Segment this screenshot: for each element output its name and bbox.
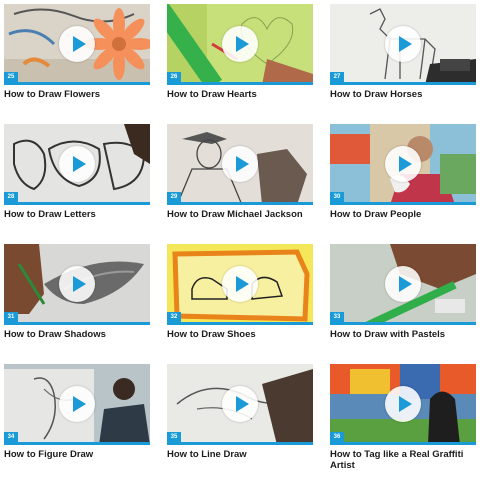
video-thumbnail[interactable]: 28 [4,124,150,205]
video-card[interactable]: 32 How to Draw Shoes [167,244,313,364]
video-card[interactable]: 36 How to Tag like a Real Graffiti Artis… [330,364,476,484]
video-thumbnail[interactable]: 33 [330,244,476,325]
video-number: 28 [4,192,18,202]
video-number: 30 [330,192,344,202]
video-title[interactable]: How to Draw Flowers [4,89,150,100]
video-card[interactable]: 31 How to Draw Shadows [4,244,150,364]
video-thumbnail[interactable]: 25 [4,4,150,85]
video-title[interactable]: How to Draw Letters [4,209,150,220]
play-icon[interactable] [222,386,258,422]
play-icon[interactable] [222,26,258,62]
video-title[interactable]: How to Draw Hearts [167,89,313,100]
video-card[interactable]: 33 How to Draw with Pastels [330,244,476,364]
video-grid: 25 How to Draw Flowers 26 How to Draw He… [4,4,476,484]
video-thumbnail[interactable]: 31 [4,244,150,325]
video-number: 26 [167,72,181,82]
video-title[interactable]: How to Draw Michael Jackson [167,209,313,220]
video-number: 31 [4,312,18,322]
video-number: 35 [167,432,181,442]
play-icon[interactable] [59,386,95,422]
video-title[interactable]: How to Draw Shadows [4,329,150,340]
video-card[interactable]: 26 How to Draw Hearts [167,4,313,124]
video-title[interactable]: How to Draw with Pastels [330,329,476,340]
play-icon[interactable] [385,386,421,422]
video-thumbnail[interactable]: 30 [330,124,476,205]
play-icon[interactable] [59,266,95,302]
play-icon[interactable] [385,266,421,302]
video-thumbnail[interactable]: 32 [167,244,313,325]
video-title[interactable]: How to Draw Shoes [167,329,313,340]
video-number: 34 [4,432,18,442]
video-number: 33 [330,312,344,322]
video-number: 36 [330,432,344,442]
video-title[interactable]: How to Line Draw [167,449,313,460]
video-thumbnail[interactable]: 36 [330,364,476,445]
video-title[interactable]: How to Figure Draw [4,449,150,460]
video-title[interactable]: How to Draw Horses [330,89,476,100]
play-icon[interactable] [59,26,95,62]
video-thumbnail[interactable]: 35 [167,364,313,445]
play-icon[interactable] [59,146,95,182]
play-icon[interactable] [222,266,258,302]
video-title[interactable]: How to Tag like a Real Graffiti Artist [330,449,476,471]
video-card[interactable]: 28 How to Draw Letters [4,124,150,244]
video-card[interactable]: 25 How to Draw Flowers [4,4,150,124]
play-icon[interactable] [385,26,421,62]
video-card[interactable]: 30 How to Draw People [330,124,476,244]
video-thumbnail[interactable]: 26 [167,4,313,85]
video-card[interactable]: 29 How to Draw Michael Jackson [167,124,313,244]
video-thumbnail[interactable]: 34 [4,364,150,445]
video-number: 29 [167,192,181,202]
video-title[interactable]: How to Draw People [330,209,476,220]
play-icon[interactable] [385,146,421,182]
video-number: 25 [4,72,18,82]
video-number: 27 [330,72,344,82]
video-number: 32 [167,312,181,322]
video-card[interactable]: 35 How to Line Draw [167,364,313,484]
video-thumbnail[interactable]: 27 [330,4,476,85]
video-thumbnail[interactable]: 29 [167,124,313,205]
play-icon[interactable] [222,146,258,182]
video-card[interactable]: 27 How to Draw Horses [330,4,476,124]
video-card[interactable]: 34 How to Figure Draw [4,364,150,484]
